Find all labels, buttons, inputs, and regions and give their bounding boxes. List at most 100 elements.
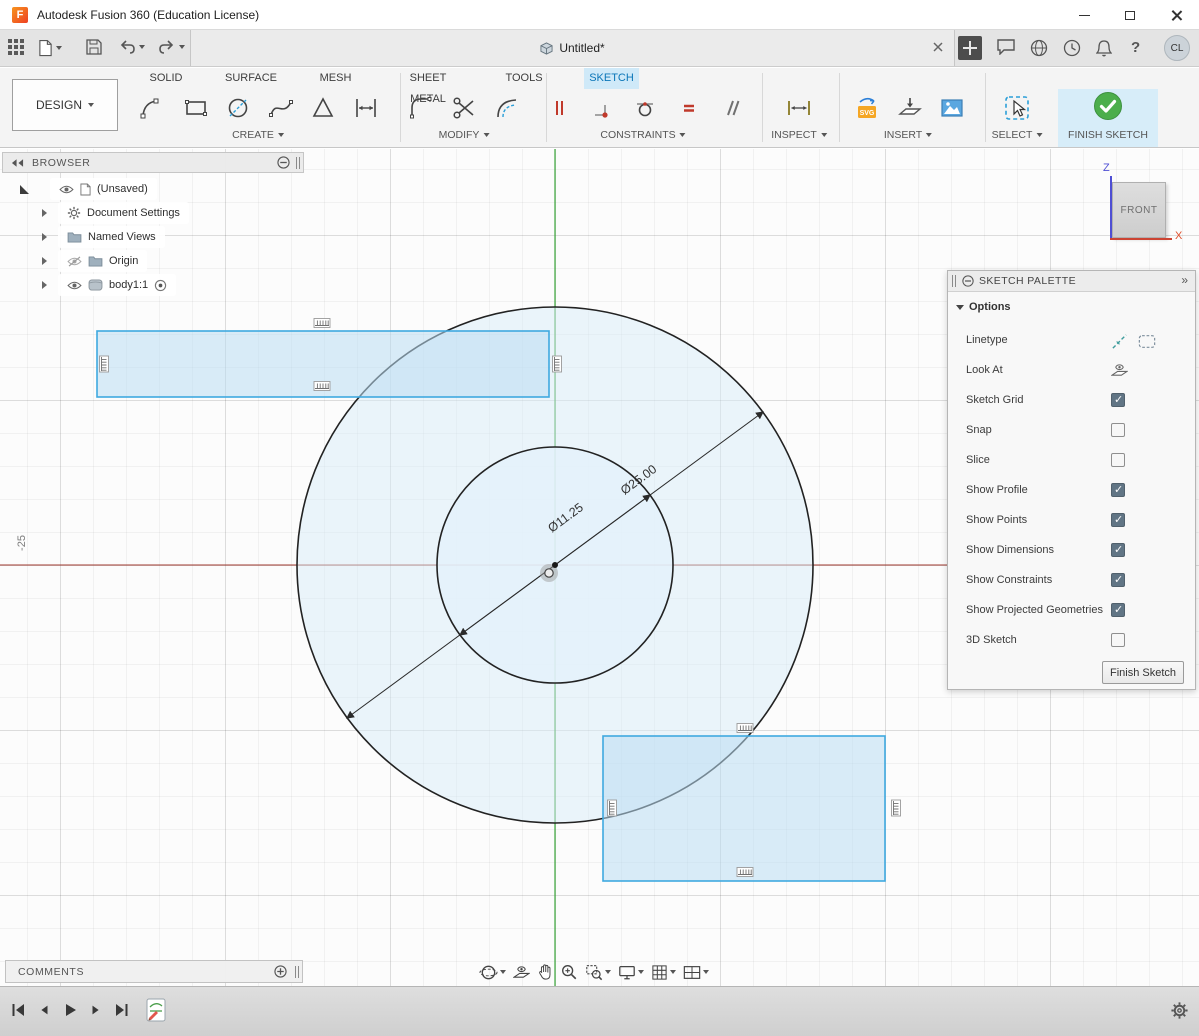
browser-item-body[interactable]: body1:1 — [58, 274, 176, 296]
document-tab-close-button[interactable] — [932, 41, 944, 56]
inspect-group-dropdown[interactable]: INSPECT — [771, 129, 827, 141]
browser-minimize-icon[interactable] — [277, 156, 290, 169]
go-to-start-button[interactable] — [10, 1002, 26, 1018]
browser-item-document-settings[interactable]: Document Settings — [58, 202, 189, 224]
user-avatar[interactable]: CL — [1164, 35, 1190, 61]
tab-surface[interactable]: SURFACE — [224, 68, 278, 89]
minimize-button[interactable] — [1061, 0, 1107, 30]
data-panel-toggle-button[interactable] — [8, 39, 24, 55]
constraints-group-dropdown[interactable]: CONSTRAINTS — [600, 129, 685, 141]
show-dimensions-checkbox[interactable] — [1111, 543, 1125, 557]
show-profile-checkbox[interactable] — [1111, 483, 1125, 497]
sketch-grid-checkbox[interactable] — [1111, 393, 1125, 407]
modify-group-dropdown[interactable]: MODIFY — [439, 129, 490, 141]
add-comment-icon[interactable] — [274, 965, 287, 978]
close-button[interactable] — [1153, 0, 1199, 30]
palette-grip[interactable] — [952, 275, 956, 287]
constraint-glyph[interactable] — [608, 800, 617, 816]
viewcube-front-face[interactable]: FRONT — [1112, 182, 1166, 238]
zoom-button[interactable] — [560, 963, 578, 981]
tab-mesh[interactable]: MESH — [318, 68, 353, 89]
coincident-constraint-button[interactable] — [587, 93, 617, 123]
browser-item-origin[interactable]: Origin — [58, 250, 147, 272]
insert-canvas-button[interactable] — [937, 93, 967, 123]
go-to-end-button[interactable] — [114, 1002, 130, 1018]
insert-mesh-button[interactable] — [895, 93, 925, 123]
show-points-checkbox[interactable] — [1111, 513, 1125, 527]
maximize-button[interactable] — [1107, 0, 1153, 30]
polygon-tool-button[interactable] — [308, 93, 338, 123]
fit-button[interactable] — [585, 963, 611, 981]
eye-icon[interactable] — [67, 280, 82, 291]
eye-icon[interactable] — [59, 184, 74, 195]
notifications-button[interactable] — [1096, 39, 1112, 57]
sketch-arc-tool-button[interactable] — [137, 93, 167, 123]
fixed-linetype-icon[interactable] — [1138, 334, 1156, 349]
document-tab[interactable]: Untitled* — [190, 30, 955, 66]
select-group-dropdown[interactable]: SELECT — [992, 129, 1043, 141]
browser-grip[interactable] — [296, 157, 300, 169]
help-button[interactable]: ? — [1131, 39, 1140, 56]
palette-minimize-icon[interactable] — [962, 275, 974, 287]
constraint-glyph[interactable] — [314, 319, 330, 328]
activate-radio-icon[interactable] — [154, 279, 167, 292]
sketch-3d-checkbox[interactable] — [1111, 633, 1125, 647]
offset-tool-button[interactable] — [492, 93, 522, 123]
circle-tool-button[interactable] — [223, 93, 253, 123]
slice-checkbox[interactable] — [1111, 453, 1125, 467]
constraint-glyph[interactable] — [737, 868, 753, 877]
options-section-header[interactable]: Options — [956, 301, 1011, 313]
browser-item-document[interactable]: (Unsaved) — [50, 178, 157, 200]
constraint-glyph[interactable] — [314, 382, 330, 391]
sketch-dimension-tool-button[interactable] — [351, 93, 381, 123]
viewports-button[interactable] — [683, 965, 709, 980]
tangent-constraint-button[interactable] — [630, 93, 660, 123]
constraint-glyph[interactable] — [553, 356, 562, 372]
insert-group-dropdown[interactable]: INSERT — [884, 129, 932, 141]
undo-button[interactable] — [118, 39, 145, 55]
save-button[interactable] — [86, 39, 102, 55]
look-at-icon[interactable] — [1111, 363, 1128, 378]
pan-button[interactable] — [537, 963, 553, 981]
timeline-settings-button[interactable] — [1170, 1001, 1189, 1025]
expand-caret-icon[interactable] — [42, 257, 47, 265]
tab-sketch[interactable]: SKETCH — [584, 68, 639, 89]
expand-caret-icon[interactable] — [42, 233, 47, 241]
finish-sketch-button[interactable] — [1093, 91, 1123, 121]
orbit-button[interactable] — [479, 963, 506, 982]
finish-sketch-palette-button[interactable]: Finish Sketch — [1102, 661, 1184, 684]
job-status-button[interactable] — [1063, 39, 1081, 57]
show-constraints-checkbox[interactable] — [1111, 573, 1125, 587]
palette-expand-icon[interactable]: » — [1181, 273, 1188, 287]
snap-checkbox[interactable] — [1111, 423, 1125, 437]
browser-item-named-views[interactable]: Named Views — [58, 226, 165, 248]
comments-toolbar-button[interactable] — [997, 39, 1015, 55]
construction-linetype-icon[interactable] — [1111, 333, 1128, 350]
eye-off-icon[interactable] — [67, 256, 82, 267]
look-at-button[interactable] — [513, 965, 530, 980]
insert-svg-button[interactable]: SVG — [852, 93, 882, 123]
constraint-glyph[interactable] — [737, 724, 753, 733]
center-point[interactable] — [545, 569, 553, 577]
step-forward-button[interactable] — [89, 1002, 103, 1018]
file-menu-button[interactable] — [38, 39, 62, 57]
tab-tools[interactable]: TOOLS — [505, 68, 543, 89]
constraint-glyph[interactable] — [892, 800, 901, 816]
constraint-glyph[interactable] — [100, 356, 109, 372]
grid-settings-button[interactable] — [651, 964, 676, 981]
selected-rectangle-bottom[interactable] — [603, 736, 885, 881]
rectangle-tool-button[interactable] — [181, 93, 211, 123]
redo-button[interactable] — [158, 39, 185, 55]
play-button[interactable] — [62, 1002, 78, 1018]
tab-solid[interactable]: SOLID — [146, 68, 186, 89]
fillet-tool-button[interactable] — [406, 93, 436, 123]
spline-tool-button[interactable] — [266, 93, 296, 123]
parallel-constraint-button[interactable] — [717, 93, 747, 123]
trim-tool-button[interactable] — [449, 93, 479, 123]
timeline-sketch-feature[interactable] — [146, 997, 166, 1028]
comments-grip[interactable] — [295, 966, 299, 978]
display-settings-button[interactable] — [618, 964, 644, 981]
collapse-browser-icon[interactable] — [11, 158, 24, 168]
expand-caret-icon[interactable] — [42, 209, 47, 217]
workspace-selector-button[interactable]: DESIGN — [12, 79, 118, 131]
